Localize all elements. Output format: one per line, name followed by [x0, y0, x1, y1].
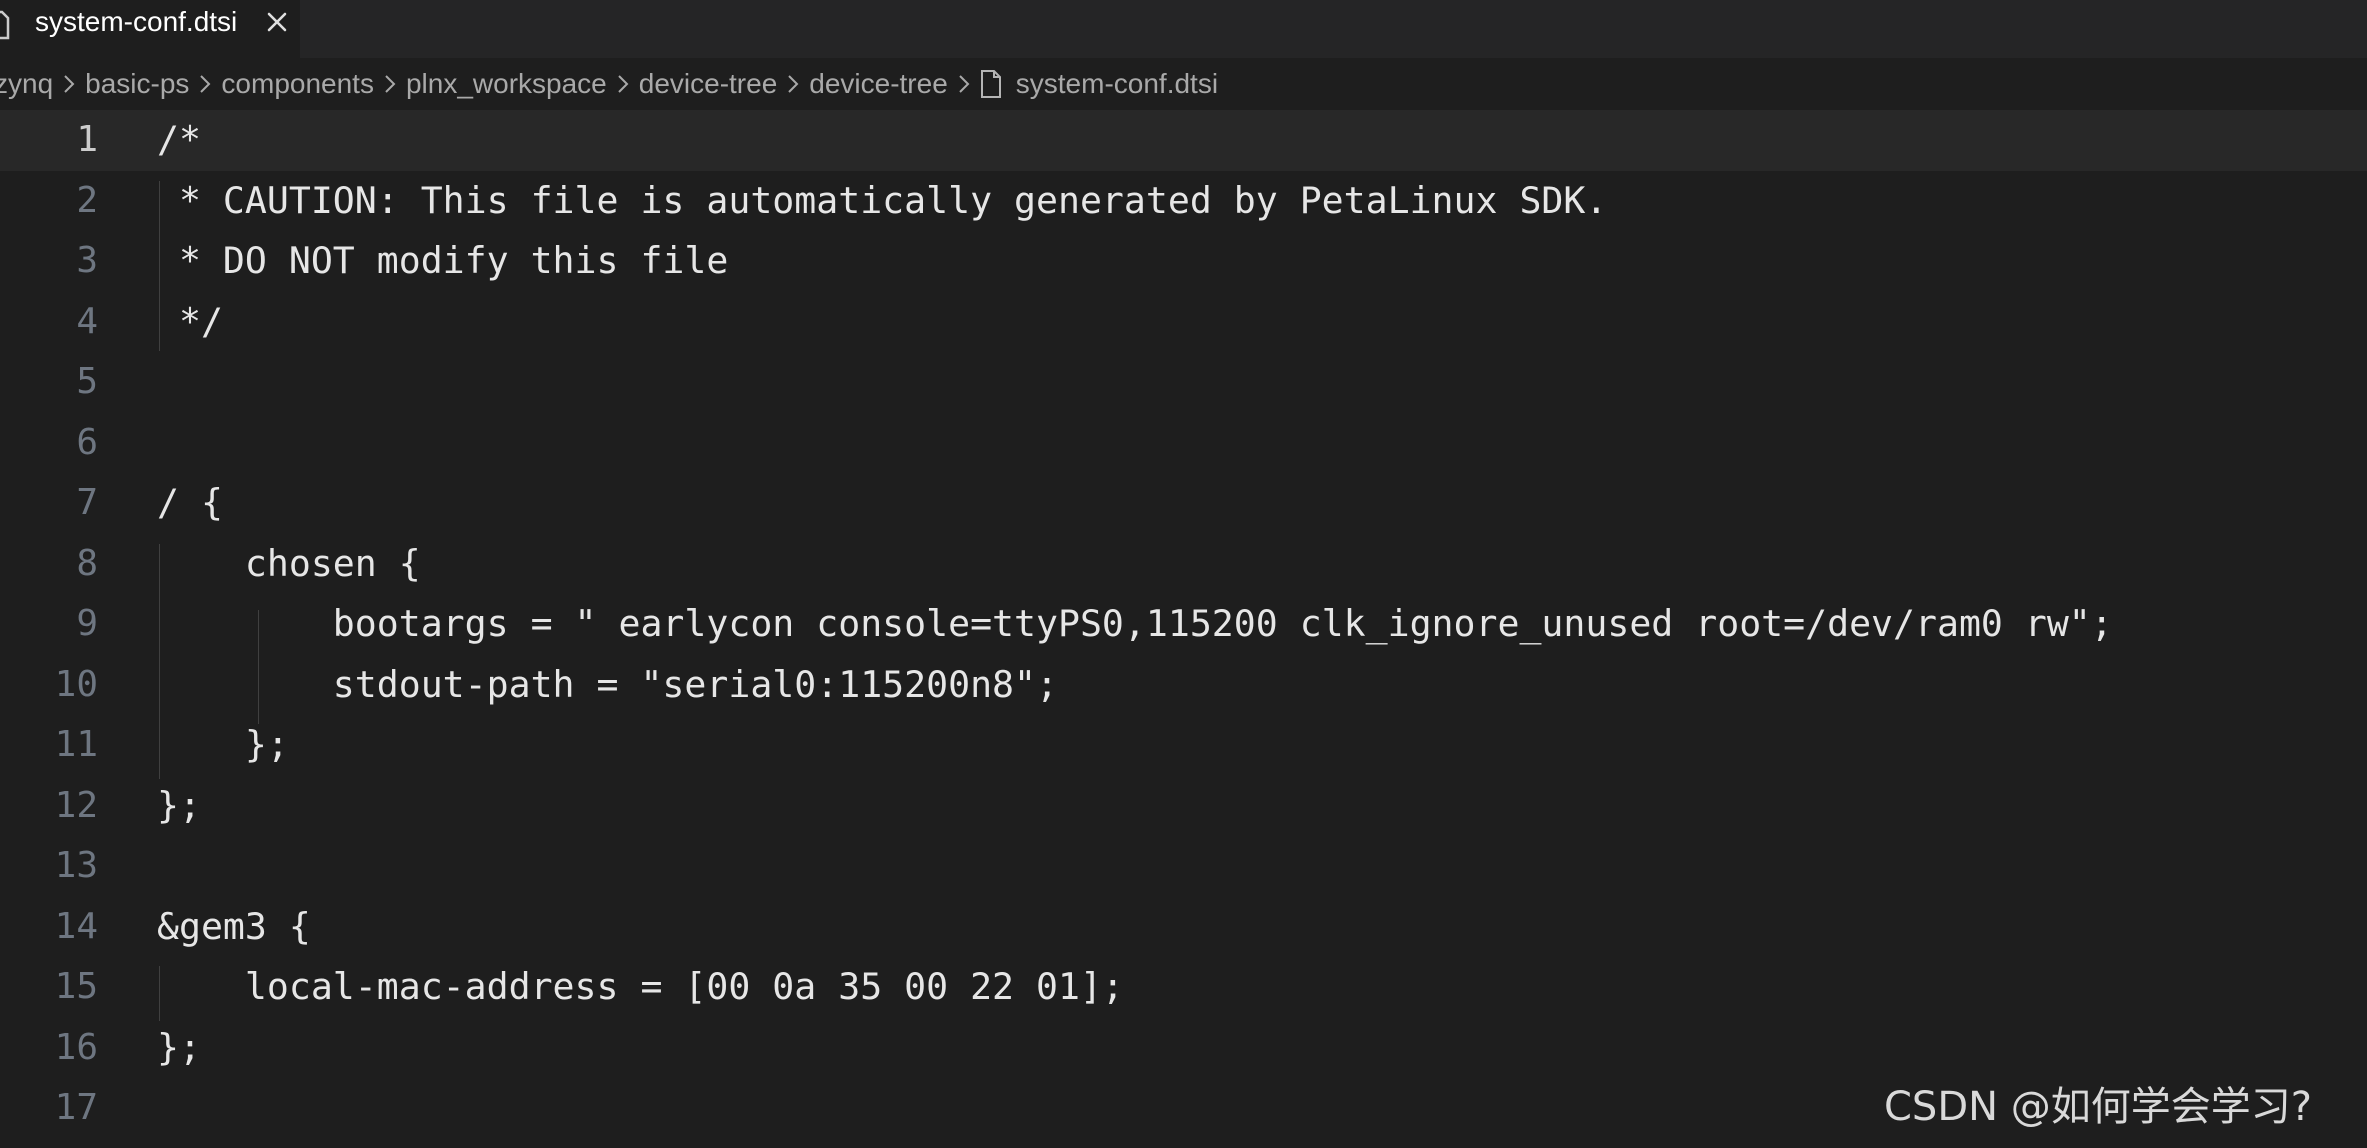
code-text[interactable]: }; — [157, 715, 289, 776]
code-text[interactable]: }; — [157, 776, 201, 837]
code-text[interactable]: &gem3 { — [157, 897, 311, 958]
code-line: 9 bootargs = " earlycon console=ttyPS0,1… — [0, 594, 2367, 655]
line-number[interactable]: 14 — [0, 897, 98, 958]
code-line: 2 * CAUTION: This file is automatically … — [0, 171, 2367, 232]
code-editor[interactable]: 1 /* 2 * CAUTION: This file is automatic… — [0, 110, 2367, 1148]
chevron-right-icon — [786, 73, 800, 95]
line-number[interactable]: 2 — [0, 171, 98, 232]
chevron-right-icon — [957, 73, 971, 95]
code-line: 6 — [0, 413, 2367, 474]
tab-system-conf-dtsi[interactable]: system-conf.dtsi — [0, 0, 300, 58]
breadcrumb-item-file[interactable]: system-conf.dtsi — [980, 68, 1218, 100]
code-text[interactable]: }; — [157, 1018, 201, 1079]
code-text[interactable]: * DO NOT modify this file — [157, 231, 728, 292]
code-line: 7 / { — [0, 473, 2367, 534]
line-number[interactable]: 12 — [0, 776, 98, 837]
chevron-right-icon — [616, 73, 630, 95]
line-number[interactable]: 8 — [0, 534, 98, 595]
close-icon[interactable] — [262, 5, 292, 39]
code-line: 11 }; — [0, 715, 2367, 776]
breadcrumb-item-basic-ps[interactable]: basic-ps — [85, 68, 189, 100]
code-text[interactable]: /* — [157, 110, 201, 171]
file-icon — [980, 69, 1002, 99]
breadcrumb: zynq basic-ps components plnx_workspace … — [0, 58, 2367, 110]
tab-label: system-conf.dtsi — [35, 6, 238, 37]
code-text[interactable]: chosen { — [157, 534, 421, 595]
line-number[interactable]: 1 — [0, 110, 98, 171]
line-number[interactable]: 6 — [0, 413, 98, 474]
code-line: 1 /* — [0, 110, 2367, 171]
line-number[interactable]: 3 — [0, 231, 98, 292]
breadcrumb-item-device-tree-inner[interactable]: device-tree — [809, 68, 948, 100]
line-number[interactable]: 16 — [0, 1018, 98, 1079]
code-text[interactable]: * CAUTION: This file is automatically ge… — [157, 171, 1607, 232]
line-number[interactable]: 4 — [0, 292, 98, 353]
breadcrumb-item-plnx-workspace[interactable]: plnx_workspace — [406, 68, 607, 100]
code-line: 4 */ — [0, 292, 2367, 353]
line-number[interactable]: 11 — [0, 715, 98, 776]
code-line: 14 &gem3 { — [0, 897, 2367, 958]
code-line: 16 }; — [0, 1018, 2367, 1079]
watermark: CSDN @如何学会学习? — [1884, 1084, 2312, 1130]
breadcrumb-item-device-tree[interactable]: device-tree — [639, 68, 778, 100]
line-number[interactable]: 10 — [0, 655, 98, 716]
code-line: 3 * DO NOT modify this file — [0, 231, 2367, 292]
file-icon — [0, 10, 10, 40]
chevron-right-icon — [62, 73, 76, 95]
code-line: 15 local-mac-address = [00 0a 35 00 22 0… — [0, 957, 2367, 1018]
line-number[interactable]: 9 — [0, 594, 98, 655]
code-text[interactable]: local-mac-address = [00 0a 35 00 22 01]; — [157, 957, 1124, 1018]
code-text[interactable]: */ — [157, 292, 223, 353]
code-text[interactable]: stdout-path = "serial0:115200n8"; — [157, 655, 1058, 716]
line-number[interactable]: 7 — [0, 473, 98, 534]
breadcrumb-item-components[interactable]: components — [221, 68, 374, 100]
code-text[interactable]: / { — [157, 473, 223, 534]
code-line: 12 }; — [0, 776, 2367, 837]
line-number[interactable]: 5 — [0, 352, 98, 413]
line-number[interactable]: 15 — [0, 957, 98, 1018]
code-line: 13 — [0, 836, 2367, 897]
tab-bar: system-conf.dtsi — [0, 0, 2367, 58]
code-line: 5 — [0, 352, 2367, 413]
breadcrumb-item-zynq[interactable]: zynq — [0, 68, 53, 100]
chevron-right-icon — [198, 73, 212, 95]
chevron-right-icon — [383, 73, 397, 95]
code-text[interactable]: bootargs = " earlycon console=ttyPS0,115… — [157, 594, 2113, 655]
code-line: 8 chosen { — [0, 534, 2367, 595]
breadcrumb-file-label: system-conf.dtsi — [1015, 68, 1219, 99]
code-line: 10 stdout-path = "serial0:115200n8"; — [0, 655, 2367, 716]
line-number[interactable]: 13 — [0, 836, 98, 897]
line-number[interactable]: 17 — [0, 1078, 98, 1139]
